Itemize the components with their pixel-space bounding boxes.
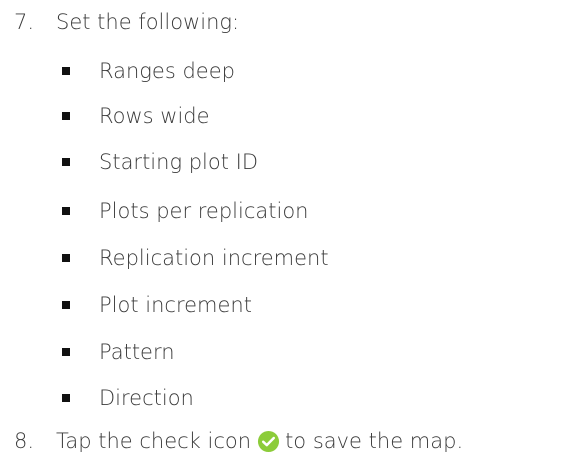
list-item: Direction	[62, 380, 194, 416]
bullet-marker	[62, 348, 70, 356]
list-item-label: Replication increment	[99, 246, 329, 270]
step-text-after: to save the map.	[285, 429, 464, 453]
bullet-marker	[62, 394, 70, 402]
list-item-label: Direction	[99, 386, 194, 410]
list-item-label: Plots per replication	[99, 199, 309, 223]
list-item: Ranges deep	[62, 53, 235, 89]
bullet-marker	[62, 158, 70, 166]
step-text: Set the following:	[56, 10, 240, 34]
bullet-marker	[62, 67, 70, 75]
list-item: Pattern	[62, 334, 175, 370]
list-item-label: Plot increment	[99, 293, 252, 317]
instruction-document: 7. Set the following: Ranges deep Rows w…	[0, 0, 562, 461]
bullet-marker	[62, 301, 70, 309]
step-number: 8.	[14, 429, 35, 453]
step-text-before: Tap the check icon	[56, 429, 252, 453]
list-item-label: Ranges deep	[99, 59, 235, 83]
bullet-marker	[62, 112, 70, 120]
list-item-label: Starting plot ID	[99, 150, 259, 174]
list-item: Replication increment	[62, 240, 329, 276]
list-item-label: Rows wide	[99, 104, 210, 128]
list-item: Plots per replication	[62, 193, 309, 229]
step-8: 8. Tap the check icon to save the map.	[14, 423, 463, 459]
bullet-marker	[62, 254, 70, 262]
bullet-marker	[62, 207, 70, 215]
list-item-label: Pattern	[99, 340, 175, 364]
step-7: 7. Set the following:	[14, 4, 239, 40]
list-item: Plot increment	[62, 287, 252, 323]
step-number: 7.	[14, 10, 35, 34]
step-text: Tap the check icon to save the map.	[56, 429, 463, 453]
list-item: Starting plot ID	[62, 144, 258, 180]
check-circle-icon	[258, 430, 280, 452]
list-item: Rows wide	[62, 98, 210, 134]
